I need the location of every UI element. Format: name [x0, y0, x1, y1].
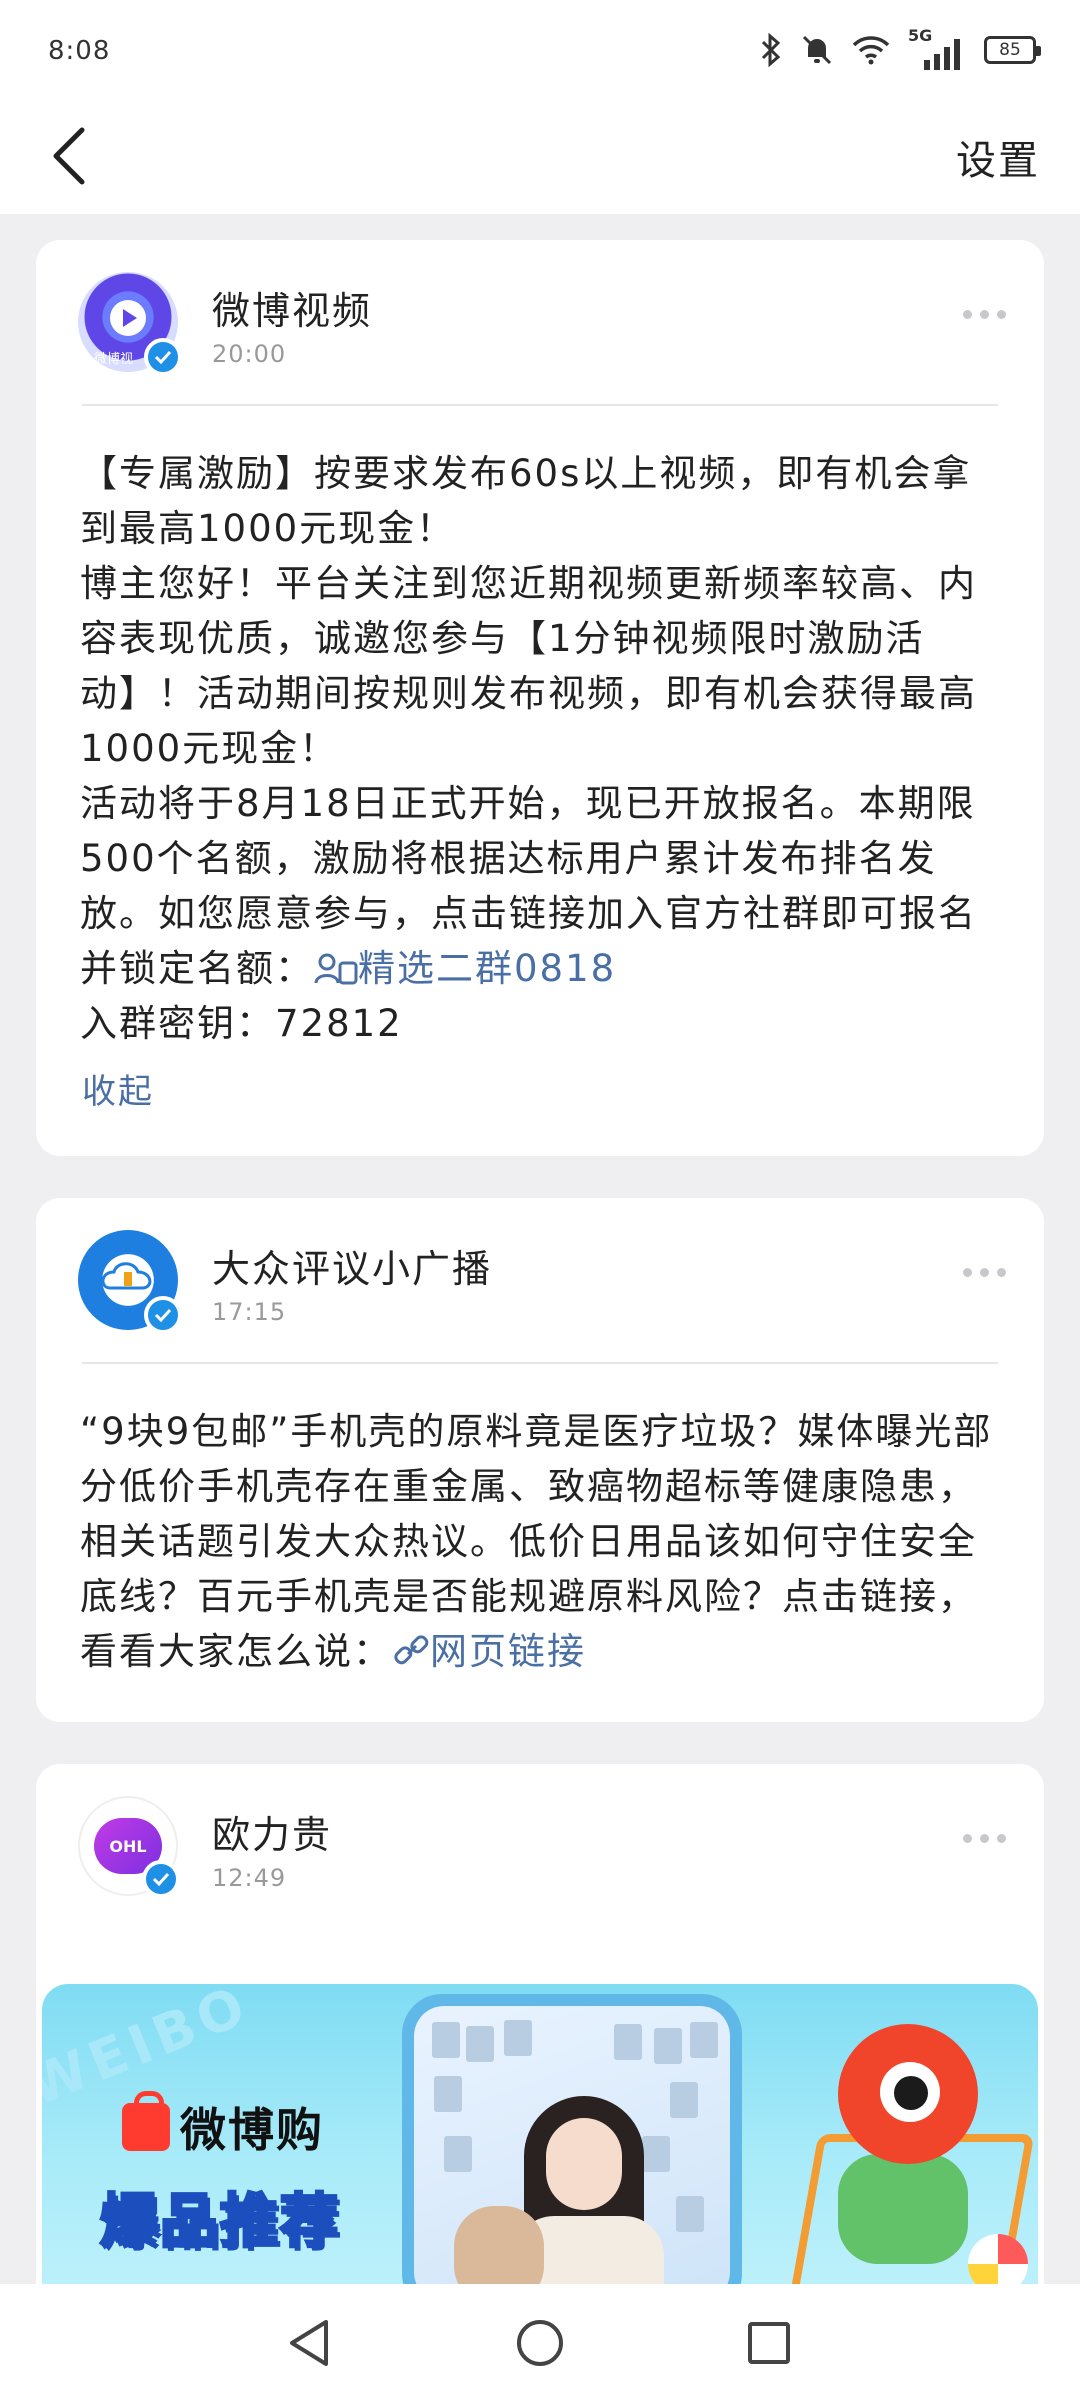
battery-icon: 85: [984, 36, 1041, 64]
web-link-label: 网页链接: [430, 1630, 586, 1673]
post-header: 微博视 微博视频 20:00: [36, 240, 1044, 400]
banner-photo: [414, 2006, 730, 2302]
collapse-link[interactable]: 收起: [82, 1064, 154, 1113]
signal-icon: 5G: [908, 26, 966, 70]
author-name[interactable]: 欧力贵: [212, 1804, 332, 1859]
group-icon: [314, 953, 358, 985]
verified-badge: [144, 338, 182, 376]
text-segment: 入群密钥：72812: [80, 1002, 403, 1045]
verified-badge: [142, 1860, 180, 1898]
author-name[interactable]: 微博视频: [212, 280, 372, 335]
chevron-left-icon: [53, 127, 85, 185]
group-link[interactable]: 精选二群0818: [314, 947, 616, 990]
check-icon: [154, 350, 172, 364]
group-link-label: 精选二群0818: [358, 947, 617, 990]
post-header: 大众评议小广播 17:15: [36, 1198, 1044, 1358]
verified-badge: [144, 1296, 182, 1334]
author-name[interactable]: 大众评议小广播: [212, 1238, 492, 1293]
post-card: 微博视 微博视频 20:00 【专属激励】按要求发布60s以上视频，即有机会拿到…: [36, 240, 1044, 1156]
text-segment: 博主您好！平台关注到您近期视频更新频率较高、内容表现优质，诚邀您参与【1分钟视频…: [80, 562, 977, 770]
banner-photo-frame: [402, 1994, 742, 2304]
post-time: 20:00: [212, 340, 287, 368]
weibo-shop-logo: 微博购: [122, 2091, 324, 2160]
nav-recents-button[interactable]: [744, 2318, 794, 2368]
avatar[interactable]: 微博视: [78, 272, 182, 376]
divider: [82, 404, 998, 406]
promo-banner[interactable]: WEIBO 微博购 爆品推荐: [42, 1984, 1038, 2304]
shopping-bag-icon: [122, 2091, 170, 2151]
play-icon: [110, 300, 146, 336]
bluetooth-icon: [761, 33, 781, 67]
check-icon: [152, 1872, 170, 1886]
wifi-icon: [852, 36, 890, 65]
post-card: OHL 欧力贵 12:49 WEIBO 微博购 爆品推荐: [36, 1764, 1044, 2324]
text-segment: 【专属激励】按要求发布60s以上视频，即有机会拿到最高1000元现金！: [80, 452, 972, 550]
post-time: 17:15: [212, 1298, 287, 1326]
divider: [82, 1362, 998, 1364]
web-link[interactable]: 网页链接: [392, 1630, 586, 1673]
status-bar: 8:08 5G 85: [0, 0, 1080, 100]
status-icons: 5G 85: [760, 26, 1041, 72]
shop-brand: 微博购: [180, 2103, 324, 2157]
check-icon: [154, 1308, 172, 1322]
avatar[interactable]: [78, 1230, 182, 1334]
circle-home-icon: [517, 2320, 563, 2366]
back-button[interactable]: [30, 116, 110, 196]
post-text: 【专属激励】按要求发布60s以上视频，即有机会拿到最高1000元现金！ 博主您好…: [80, 446, 1004, 1051]
battery-level: 85: [999, 40, 1021, 60]
link-icon: [394, 1635, 429, 1665]
avatar-label: 微博视: [94, 352, 134, 367]
more-options-icon[interactable]: [963, 1834, 1006, 1843]
avatar[interactable]: OHL: [78, 1796, 180, 1898]
mute-bell-icon: [802, 35, 832, 65]
nav-home-button[interactable]: [515, 2318, 565, 2368]
more-options-icon[interactable]: [963, 1268, 1006, 1277]
avatar-label: OHL: [109, 1836, 147, 1856]
square-recents-icon: [748, 2322, 790, 2364]
post-time: 12:49: [212, 1864, 287, 1892]
page-title: [430, 128, 650, 184]
settings-button[interactable]: 设置: [956, 128, 1040, 186]
post-card: 大众评议小广播 17:15 “9块9包邮”手机壳的原料竟是医疗垃圾？媒体曝光部分…: [36, 1198, 1044, 1722]
status-time: 8:08: [48, 36, 111, 66]
post-header: OHL 欧力贵 12:49: [36, 1764, 1044, 1924]
more-options-icon[interactable]: [963, 310, 1006, 319]
post-text: “9块9包邮”手机壳的原料竟是医疗垃圾？媒体曝光部分低价手机壳存在重金属、致癌物…: [80, 1404, 1004, 1679]
banner-headline: 爆品推荐: [98, 2186, 341, 2257]
nav-back-button[interactable]: [284, 2318, 334, 2368]
system-nav-bar: [0, 2284, 1080, 2400]
top-nav-bar: 设置: [0, 100, 1080, 214]
triangle-back-icon: [290, 2320, 328, 2366]
megaphone-icon: [101, 1262, 152, 1290]
